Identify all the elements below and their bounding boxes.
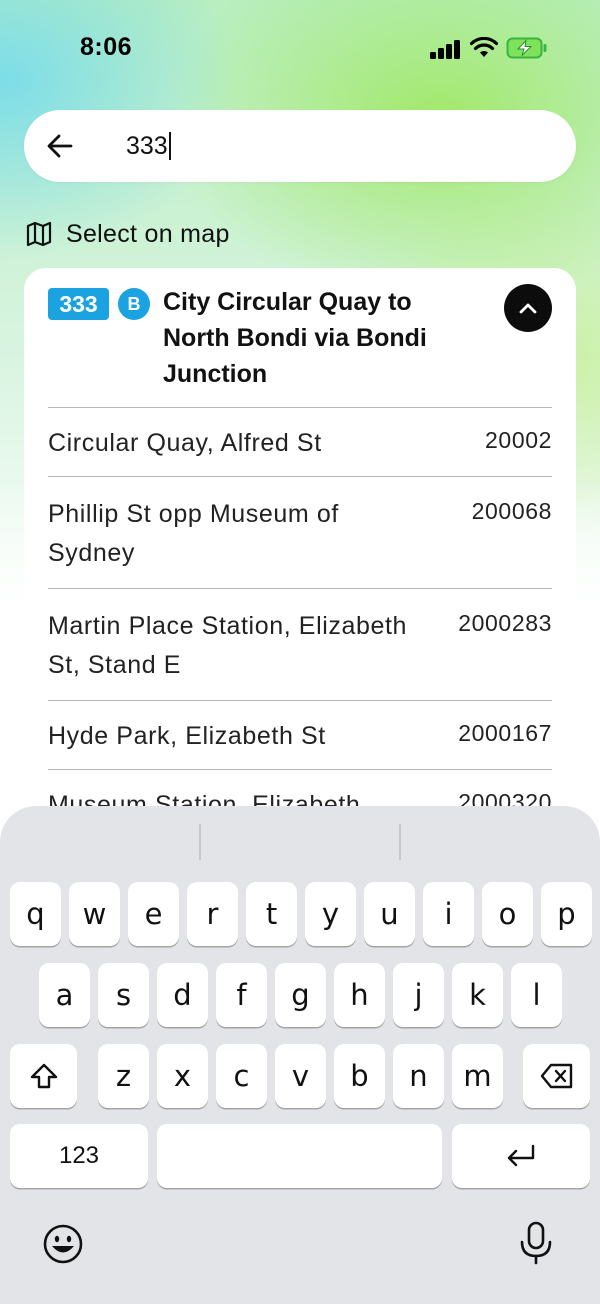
key-l[interactable]: l [511, 963, 562, 1027]
return-icon [507, 1144, 535, 1167]
search-input[interactable]: 333 [126, 126, 566, 166]
backspace-icon [540, 1063, 572, 1089]
key-n[interactable]: n [393, 1044, 444, 1108]
route-header: 333 B City Circular Quay to North Bondi … [48, 284, 552, 406]
shift-key[interactable] [10, 1044, 77, 1108]
key-z[interactable]: z [98, 1044, 149, 1108]
key-u[interactable]: u [364, 882, 415, 946]
map-icon [26, 221, 52, 247]
key-g[interactable]: g [275, 963, 326, 1027]
key-v[interactable]: v [275, 1044, 326, 1108]
key-h[interactable]: h [334, 963, 385, 1027]
key-e[interactable]: e [128, 882, 179, 946]
stop-code: 20002 [485, 427, 552, 453]
select-on-map-button[interactable]: Select on map [26, 216, 230, 252]
select-on-map-label: Select on map [66, 219, 230, 248]
route-number-badge: 333 [48, 288, 109, 320]
text-cursor [168, 132, 171, 160]
delete-key[interactable] [523, 1044, 590, 1108]
shift-icon [30, 1063, 57, 1089]
key-d[interactable]: d [157, 963, 208, 1027]
key-x[interactable]: x [157, 1044, 208, 1108]
stop-code: 2000283 [458, 610, 552, 636]
stop-name: Circular Quay, Alfred St [48, 429, 322, 457]
key-j[interactable]: j [393, 963, 444, 1027]
wifi-icon [470, 37, 498, 57]
bus-mode-badge: B [118, 288, 150, 320]
status-bar: 8:06 [0, 0, 600, 96]
key-y[interactable]: y [305, 882, 356, 946]
return-key[interactable] [452, 1124, 590, 1188]
key-t[interactable]: t [246, 882, 297, 946]
stop-row[interactable]: Hyde Park, Elizabeth St 2000167 [48, 700, 552, 769]
suggestion-divider [399, 824, 401, 860]
chevron-up-icon [519, 303, 537, 314]
arrow-left-icon[interactable] [46, 132, 74, 160]
emoji-icon[interactable] [42, 1223, 84, 1265]
key-m[interactable]: m [452, 1044, 503, 1108]
cellular-signal-icon [430, 39, 462, 59]
stop-row[interactable]: Phillip St opp Museum of Sydney 200068 [48, 476, 552, 588]
key-c[interactable]: c [216, 1044, 267, 1108]
key-r[interactable]: r [187, 882, 238, 946]
key-q[interactable]: q [10, 882, 61, 946]
key-k[interactable]: k [452, 963, 503, 1027]
status-time: 8:06 [80, 33, 133, 61]
stop-name: Hyde Park, Elizabeth St [48, 722, 326, 750]
stop-code: 2000167 [458, 720, 552, 746]
numbers-key[interactable]: 123 [10, 1124, 148, 1188]
key-o[interactable]: o [482, 882, 533, 946]
on-screen-keyboard: q w e r t y u i o p a s d f g h j k l z … [0, 806, 600, 1304]
stop-row[interactable]: Martin Place Station, Elizabeth St, Stan… [48, 588, 552, 700]
suggestion-divider [199, 824, 201, 860]
collapse-route-button[interactable] [504, 284, 552, 332]
key-a[interactable]: a [39, 963, 90, 1027]
route-card: 333 B City Circular Quay to North Bondi … [24, 268, 576, 868]
key-s[interactable]: s [98, 963, 149, 1027]
route-title: City Circular Quay to North Bondi via Bo… [163, 288, 427, 388]
search-input-value: 333 [126, 132, 168, 160]
space-key[interactable] [157, 1124, 442, 1188]
stop-code: 200068 [471, 498, 552, 524]
key-f[interactable]: f [216, 963, 267, 1027]
key-w[interactable]: w [69, 882, 120, 946]
stop-name: Martin Place Station, Elizabeth St, Stan… [48, 612, 408, 679]
key-p[interactable]: p [541, 882, 592, 946]
microphone-icon[interactable] [518, 1220, 554, 1266]
key-b[interactable]: b [334, 1044, 385, 1108]
key-i[interactable]: i [423, 882, 474, 946]
stop-row[interactable]: Circular Quay, Alfred St 20002 [48, 407, 552, 476]
battery-charging-icon [506, 37, 547, 59]
stop-name: Phillip St opp Museum of Sydney [48, 500, 339, 567]
search-bar: 333 [24, 110, 576, 182]
stop-list: Circular Quay, Alfred St 20002 Phillip S… [48, 407, 552, 840]
